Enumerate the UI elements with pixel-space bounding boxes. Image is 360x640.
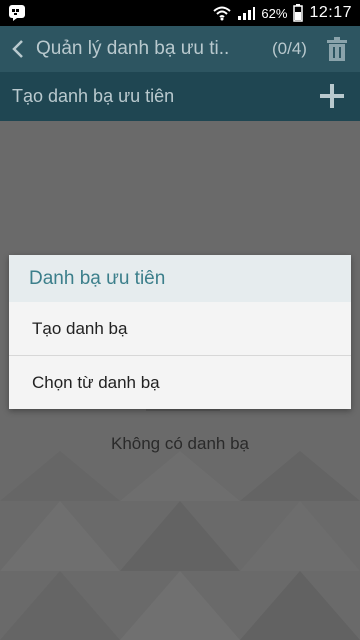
dialog-option-select-from-contacts[interactable]: Chọn từ danh bạ <box>9 356 351 409</box>
priority-contact-dialog: Danh bạ ưu tiên Tạo danh bạ Chọn từ danh… <box>9 255 351 409</box>
dialog-title: Danh bạ ưu tiên <box>9 255 351 302</box>
dialog-option-create-contact[interactable]: Tạo danh bạ <box>9 302 351 356</box>
